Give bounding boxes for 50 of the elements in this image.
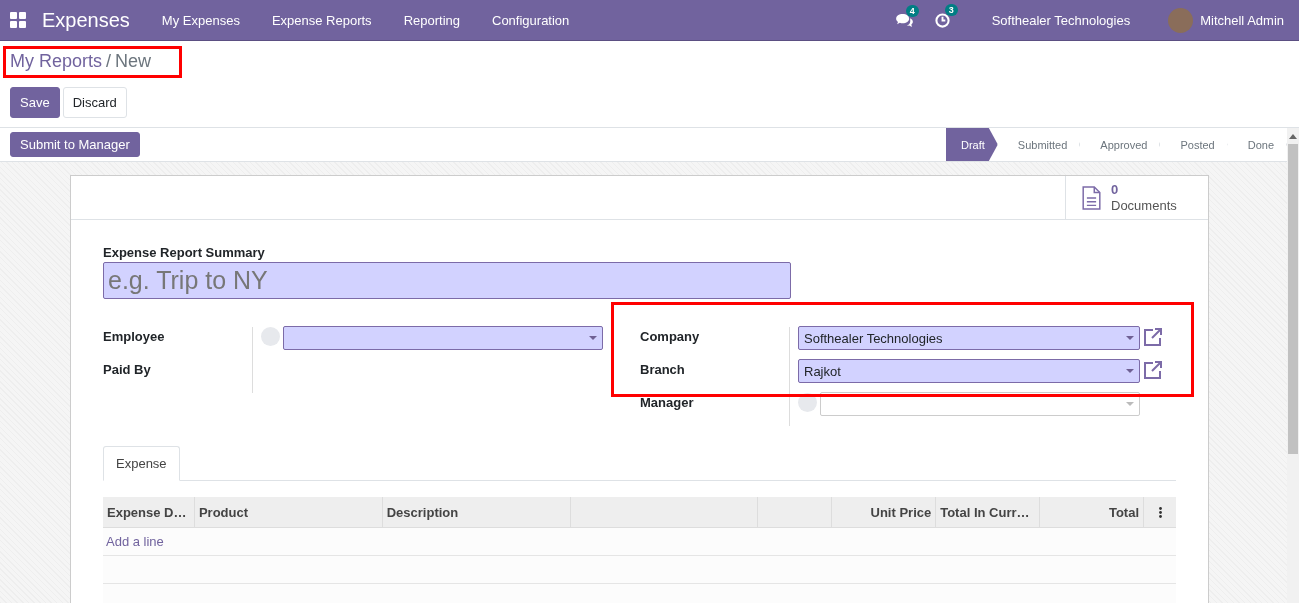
column-header[interactable]: Total In Curr… bbox=[936, 497, 1041, 527]
apps-menu-icon[interactable] bbox=[10, 12, 26, 28]
app-title: Expenses bbox=[42, 8, 130, 32]
clock-icon[interactable] bbox=[934, 12, 950, 28]
discard-button[interactable]: Discard bbox=[62, 87, 127, 118]
summary-field[interactable]: e.g. Trip to NY bbox=[103, 262, 791, 299]
notebook-tab[interactable]: Expense bbox=[103, 446, 180, 481]
kebab-menu-icon[interactable] bbox=[1158, 506, 1162, 518]
field-label: Branch bbox=[640, 360, 790, 393]
select-field[interactable] bbox=[283, 326, 603, 350]
menu-item[interactable]: Expense Reports bbox=[255, 12, 388, 28]
company-switcher[interactable]: Softhealer Technologies bbox=[991, 12, 1131, 28]
column-header[interactable]: Unit Price bbox=[832, 497, 937, 527]
field-label: Manager bbox=[640, 393, 790, 426]
external-link-icon[interactable] bbox=[1143, 327, 1163, 347]
column-header[interactable]: Expense D… bbox=[103, 497, 195, 527]
message-count-badge: 4 bbox=[905, 4, 919, 17]
status-step[interactable]: Posted bbox=[1160, 128, 1228, 161]
field-label: Paid By bbox=[103, 360, 253, 393]
chat-icon[interactable] bbox=[895, 13, 913, 27]
user-menu[interactable]: Mitchell Admin bbox=[1200, 12, 1284, 28]
submit-button[interactable]: Submit to Manager bbox=[10, 132, 140, 157]
select-field[interactable]: Softhealer Technologies bbox=[798, 326, 1140, 350]
column-header[interactable]: Product bbox=[194, 497, 383, 527]
external-link-icon[interactable] bbox=[1143, 360, 1163, 380]
breadcrumb-current: New bbox=[115, 51, 152, 72]
caret-icon bbox=[1126, 336, 1134, 340]
add-line-link[interactable]: Add a line bbox=[106, 534, 164, 549]
status-step[interactable]: Draft bbox=[946, 128, 998, 161]
scroll-up-arrow-icon[interactable] bbox=[1289, 134, 1297, 139]
menu-item[interactable]: My Expenses bbox=[145, 12, 256, 28]
caret-icon bbox=[1126, 402, 1134, 406]
status-step[interactable]: Approved bbox=[1080, 128, 1161, 161]
save-button[interactable]: Save bbox=[10, 87, 60, 118]
caret-icon bbox=[1126, 369, 1134, 373]
field-label: Company bbox=[640, 327, 790, 360]
select-field[interactable]: Rajkot bbox=[798, 359, 1140, 383]
document-icon bbox=[1082, 185, 1101, 210]
activity-count-badge: 3 bbox=[944, 3, 958, 16]
breadcrumb-separator: / bbox=[106, 51, 112, 72]
column-header[interactable]: Description bbox=[382, 497, 571, 527]
breadcrumb-link[interactable]: My Reports bbox=[10, 51, 103, 72]
field-label: Expense Report Summary bbox=[103, 245, 266, 260]
menu-item[interactable]: Reporting bbox=[387, 12, 476, 28]
field-label: Employee bbox=[103, 327, 253, 360]
scrollbar[interactable] bbox=[1287, 128, 1299, 603]
menu-item[interactable]: Configuration bbox=[476, 12, 586, 28]
caret-icon bbox=[589, 336, 597, 340]
column-header[interactable]: Total bbox=[1040, 497, 1144, 527]
status-step[interactable]: Submitted bbox=[997, 128, 1081, 161]
